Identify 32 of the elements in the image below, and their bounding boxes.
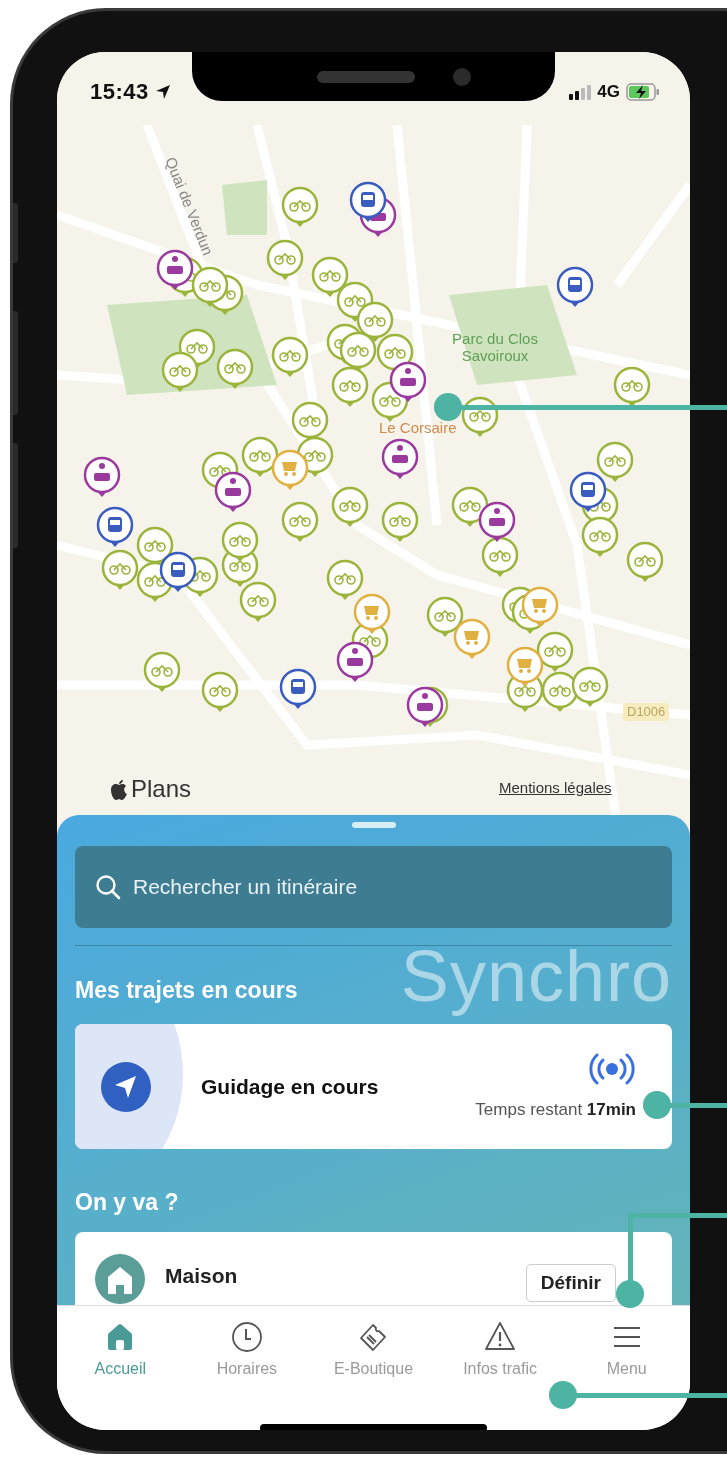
remaining-time: Temps restant 17min: [475, 1100, 636, 1120]
define-button[interactable]: Définir: [525, 1264, 616, 1302]
location-arrow-icon: [154, 83, 171, 100]
apple-logo-icon: [109, 777, 129, 801]
sheet-handle[interactable]: [351, 822, 396, 828]
map-label: D1006: [623, 703, 670, 722]
status-time: 15:43: [90, 78, 149, 105]
trip-title: Guidage en cours: [201, 1074, 379, 1099]
map-label: Le Corsaire: [379, 420, 457, 437]
tab-item[interactable]: Infos trafic: [436, 1306, 564, 1406]
map-brand-label: Plans: [131, 775, 192, 803]
destination-card[interactable]: Maison Définir: [75, 1232, 672, 1305]
search-icon: [95, 874, 121, 900]
tab-item[interactable]: E-Boutique: [310, 1306, 437, 1406]
clock-icon: [230, 1320, 263, 1352]
trip-card[interactable]: Guidage en cours Temps restant 17min: [75, 1024, 672, 1149]
tab-item[interactable]: Accueil: [57, 1306, 184, 1406]
signal-icon: [569, 83, 592, 100]
destination-name: Maison: [165, 1264, 238, 1288]
tab-item[interactable]: Menu: [563, 1306, 690, 1406]
section-title: On y va ?: [75, 1189, 180, 1216]
section-title: Mes trajets en cours: [75, 977, 298, 1005]
battery-charging-icon: [626, 82, 660, 101]
network-label: 4G: [597, 81, 620, 102]
map-label: Parc du Clos Savoiroux: [451, 331, 539, 364]
live-signal-icon: [588, 1052, 636, 1086]
navigation-icon: [101, 1061, 151, 1112]
legal-link[interactable]: Mentions légales: [499, 779, 612, 796]
map-label: Quai de Verdun: [161, 155, 217, 258]
tab-item[interactable]: Horaires: [183, 1306, 311, 1406]
warning-icon: [484, 1320, 517, 1352]
search-field[interactable]: Rechercher un itinéraire: [75, 846, 672, 928]
